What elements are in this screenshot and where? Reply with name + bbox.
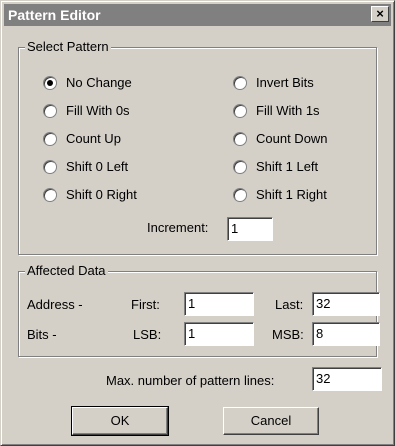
radio-shift-1-left[interactable]: Shift 1 Left	[233, 159, 318, 174]
lsb-label: LSB:	[133, 327, 162, 342]
affected-data-label: Affected Data	[25, 263, 108, 278]
radio-label: Shift 1 Left	[256, 159, 319, 174]
cancel-button[interactable]: Cancel	[223, 407, 319, 435]
radio-count-down[interactable]: Count Down	[233, 131, 328, 146]
last-address-input[interactable]: 32	[312, 292, 380, 316]
radio-label: No Change	[66, 75, 132, 90]
radio-shift-0-right[interactable]: Shift 0 Right	[43, 187, 137, 202]
radio-icon	[233, 131, 247, 146]
radio-no-change[interactable]: No Change	[43, 75, 132, 90]
pattern-editor-dialog: Pattern Editor × Select Pattern No Chang…	[0, 0, 395, 446]
radio-label: Invert Bits	[256, 75, 314, 90]
last-label: Last:	[275, 297, 304, 312]
msb-input[interactable]: 8	[312, 322, 380, 346]
close-icon: ×	[376, 6, 384, 21]
radio-selected-icon	[43, 75, 57, 90]
first-address-input[interactable]: 1	[184, 292, 254, 316]
title-bar[interactable]: Pattern Editor ×	[4, 4, 391, 26]
address-label: Address -	[27, 297, 83, 312]
select-pattern-label: Select Pattern	[25, 39, 111, 54]
radio-icon	[43, 159, 57, 174]
increment-input[interactable]: 1	[227, 217, 273, 241]
radio-label: Count Down	[256, 131, 328, 146]
radio-fill-with-1s[interactable]: Fill With 1s	[233, 103, 320, 118]
bits-label: Bits -	[27, 327, 57, 342]
dialog-title: Pattern Editor	[8, 7, 101, 23]
radio-label: Count Up	[66, 131, 121, 146]
radio-label: Fill With 1s	[256, 103, 320, 118]
max-lines-input[interactable]: 32	[312, 367, 382, 391]
radio-label: Fill With 0s	[66, 103, 130, 118]
radio-icon	[43, 187, 57, 202]
lsb-input[interactable]: 1	[184, 322, 254, 346]
radio-label: Shift 0 Right	[66, 187, 137, 202]
radio-shift-0-left[interactable]: Shift 0 Left	[43, 159, 128, 174]
radio-icon	[43, 103, 57, 118]
increment-label: Increment:	[147, 220, 209, 235]
radio-icon	[233, 187, 247, 202]
first-label: First:	[131, 297, 160, 312]
radio-icon	[233, 103, 247, 118]
radio-icon	[233, 75, 247, 90]
affected-data-group: Affected Data Address - First: 1 Last: 3…	[18, 263, 380, 357]
radio-icon	[43, 131, 57, 146]
radio-icon	[233, 159, 247, 174]
radio-count-up[interactable]: Count Up	[43, 131, 121, 146]
radio-shift-1-right[interactable]: Shift 1 Right	[233, 187, 327, 202]
ok-button[interactable]: OK	[71, 406, 169, 436]
radio-label: Shift 0 Left	[66, 159, 129, 174]
select-pattern-group: Select Pattern No Change Fill With 0s Co…	[18, 39, 377, 255]
close-button[interactable]: ×	[371, 6, 389, 22]
radio-invert-bits[interactable]: Invert Bits	[233, 75, 314, 90]
radio-fill-with-0s[interactable]: Fill With 0s	[43, 103, 130, 118]
radio-label: Shift 1 Right	[256, 187, 327, 202]
msb-label: MSB:	[272, 327, 304, 342]
max-lines-label: Max. number of pattern lines:	[106, 373, 275, 388]
